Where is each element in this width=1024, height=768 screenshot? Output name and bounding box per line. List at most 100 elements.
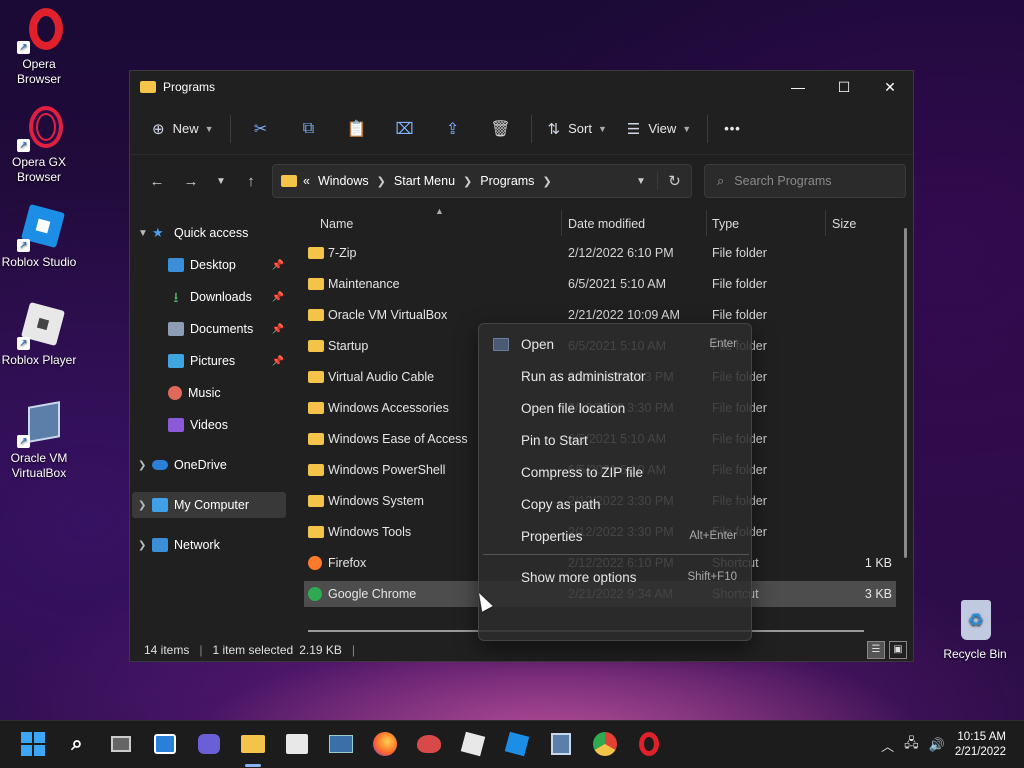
nav-item-documents[interactable]: Documents 📌 xyxy=(168,316,286,342)
new-button[interactable]: ⊕ New ▼ xyxy=(142,112,224,146)
menu-item-label: Show more options xyxy=(521,569,637,585)
column-header-date[interactable]: Date modified xyxy=(568,208,704,240)
chevron-down-icon[interactable]: ▼ xyxy=(138,228,152,239)
minimize-button[interactable]: — xyxy=(775,71,821,103)
chevron-down-icon: ▼ xyxy=(216,175,226,187)
column-divider[interactable] xyxy=(561,210,562,236)
menu-item-label: Open xyxy=(521,336,555,352)
breadcrumb-overflow[interactable]: « xyxy=(303,174,310,188)
paste-button[interactable]: 📋 xyxy=(333,112,381,146)
desktop-icon-opera-gx-browser[interactable]: ↗ Opera GX Browser xyxy=(0,104,78,185)
nav-item-quick-access[interactable]: ▼ ★ Quick access xyxy=(138,220,288,246)
column-header-name[interactable]: Name xyxy=(320,208,560,240)
breadcrumb-windows[interactable]: Windows xyxy=(318,174,369,188)
address-dropdown-button[interactable]: ▼ xyxy=(625,176,657,187)
pin-icon[interactable]: 📌 xyxy=(272,260,284,271)
folder-icon xyxy=(308,464,324,476)
breadcrumb-programs[interactable]: Programs xyxy=(480,174,534,188)
virtualbox-icon[interactable] xyxy=(548,731,574,757)
chevron-right-icon[interactable]: ❯ xyxy=(138,460,152,471)
chevron-right-icon[interactable]: ❯ xyxy=(542,175,551,188)
file-name: Virtual Audio Cable xyxy=(328,370,435,384)
share-button[interactable]: ⇪ xyxy=(429,112,477,146)
maximize-button[interactable]: ☐ xyxy=(821,71,867,103)
nav-item-downloads[interactable]: ⭳ Downloads 📌 xyxy=(168,284,286,310)
desktop-icon-roblox-studio[interactable]: ↗ Roblox Studio xyxy=(0,203,78,270)
store-icon[interactable] xyxy=(284,731,310,757)
menu-item-properties[interactable]: Properties Alt+Enter xyxy=(479,520,751,552)
chevron-right-icon[interactable]: ❯ xyxy=(138,540,152,551)
paint-icon[interactable] xyxy=(416,731,442,757)
column-header-size[interactable]: Size xyxy=(832,208,892,240)
cut-button[interactable]: ✂ xyxy=(237,112,285,146)
roblox-studio-icon[interactable] xyxy=(504,731,530,757)
desktop-icon-roblox-player[interactable]: ↗ Roblox Player xyxy=(0,301,78,368)
widgets-icon[interactable] xyxy=(152,731,178,757)
menu-item-run-as-administrator[interactable]: Run as administrator xyxy=(479,360,751,392)
title-bar[interactable]: Programs — ☐ ✕ xyxy=(130,71,913,103)
up-button[interactable]: ↑ xyxy=(234,166,268,196)
menu-item-pin-to-start[interactable]: Pin to Start xyxy=(479,424,751,456)
menu-item-shortcut: Enter xyxy=(709,338,738,350)
desktop-icon-opera-browser[interactable]: ↗ Opera Browser xyxy=(0,6,78,87)
chevron-right-icon[interactable]: ❯ xyxy=(377,175,386,188)
nav-item-my-computer[interactable]: ❯ My Computer xyxy=(132,492,286,518)
share-icon: ⇪ xyxy=(445,120,460,138)
close-button[interactable]: ✕ xyxy=(867,71,913,103)
forward-button[interactable]: → xyxy=(174,166,208,196)
pin-icon[interactable]: 📌 xyxy=(272,292,284,303)
menu-item-show-more-options[interactable]: Show more options Shift+F10 xyxy=(479,561,751,593)
navigation-pane: ▼ ★ Quick access Desktop 📌 ⭳ Downloads 📌… xyxy=(130,208,288,638)
chrome-icon[interactable] xyxy=(592,731,618,757)
start-icon[interactable] xyxy=(20,731,46,757)
nav-item-desktop[interactable]: Desktop 📌 xyxy=(168,252,286,278)
details-view-button[interactable]: ☰ xyxy=(867,641,885,659)
menu-item-open[interactable]: Open Enter xyxy=(479,328,751,360)
search-input[interactable]: ⌕ Search Programs xyxy=(704,164,906,198)
opera-icon[interactable] xyxy=(636,731,662,757)
clock[interactable]: 10:15 AM 2/21/2022 xyxy=(955,730,1024,760)
menu-item-compress-to-zip-file[interactable]: Compress to ZIP file xyxy=(479,456,751,488)
large-icons-view-button[interactable]: ▣ xyxy=(889,641,907,659)
volume-icon[interactable]: 🔊 xyxy=(929,737,945,753)
firefox-icon[interactable] xyxy=(372,731,398,757)
view-button[interactable]: ☰ View ▼ xyxy=(617,112,701,146)
search-icon[interactable]: ⌕ xyxy=(64,731,90,757)
task-view-icon[interactable] xyxy=(108,731,134,757)
nav-item-videos[interactable]: Videos xyxy=(168,412,286,438)
nav-item-network[interactable]: ❯ Network xyxy=(138,532,288,558)
file-row[interactable]: 7-Zip 2/12/2022 6:10 PM File folder xyxy=(304,240,896,266)
pin-icon[interactable]: 📌 xyxy=(272,324,284,335)
chevron-right-icon[interactable]: ❯ xyxy=(138,500,152,511)
desktop-icon-recycle-bin[interactable]: ♻ Recycle Bin xyxy=(936,596,1014,662)
menu-item-open-file-location[interactable]: Open file location xyxy=(479,392,751,424)
task-manager-icon[interactable] xyxy=(328,731,354,757)
more-options-button[interactable]: ••• xyxy=(714,112,751,146)
back-button[interactable]: ← xyxy=(140,166,174,196)
refresh-button[interactable]: ↻ xyxy=(657,172,691,190)
delete-button[interactable]: 🗑 xyxy=(477,112,525,146)
nav-item-music[interactable]: Music xyxy=(168,380,286,406)
chevron-up-icon[interactable]: ︿ xyxy=(881,736,894,755)
rename-button[interactable]: ⌧ xyxy=(381,112,429,146)
pin-icon[interactable]: 📌 xyxy=(272,356,284,367)
menu-item-copy-as-path[interactable]: Copy as path xyxy=(479,488,751,520)
sort-button[interactable]: ⇅ Sort ▼ xyxy=(538,112,617,146)
vertical-scrollbar[interactable] xyxy=(904,228,907,558)
address-bar[interactable]: « Windows ❯ Start Menu ❯ Programs ❯ ▼ ↻ xyxy=(272,164,692,198)
column-divider[interactable] xyxy=(825,210,826,236)
column-header-type[interactable]: Type xyxy=(712,208,822,240)
recent-locations-button[interactable]: ▼ xyxy=(208,166,234,196)
nav-item-onedrive[interactable]: ❯ OneDrive xyxy=(138,452,288,478)
nav-item-pictures[interactable]: Pictures 📌 xyxy=(168,348,286,374)
file-explorer-icon[interactable] xyxy=(240,731,266,757)
network-status-icon[interactable]: 🖧 xyxy=(904,734,919,756)
file-row[interactable]: Maintenance 6/5/2021 5:10 AM File folder xyxy=(304,271,896,297)
column-divider[interactable] xyxy=(706,210,707,236)
copy-button[interactable]: ⧉ xyxy=(285,112,333,146)
roblox-player-icon[interactable] xyxy=(460,731,486,757)
breadcrumb-start-menu[interactable]: Start Menu xyxy=(394,174,455,188)
chevron-right-icon[interactable]: ❯ xyxy=(463,175,472,188)
desktop-icon-oracle-vm-virtualbox[interactable]: ↗ Oracle VM VirtualBox xyxy=(0,400,78,481)
chat-icon[interactable] xyxy=(196,731,222,757)
